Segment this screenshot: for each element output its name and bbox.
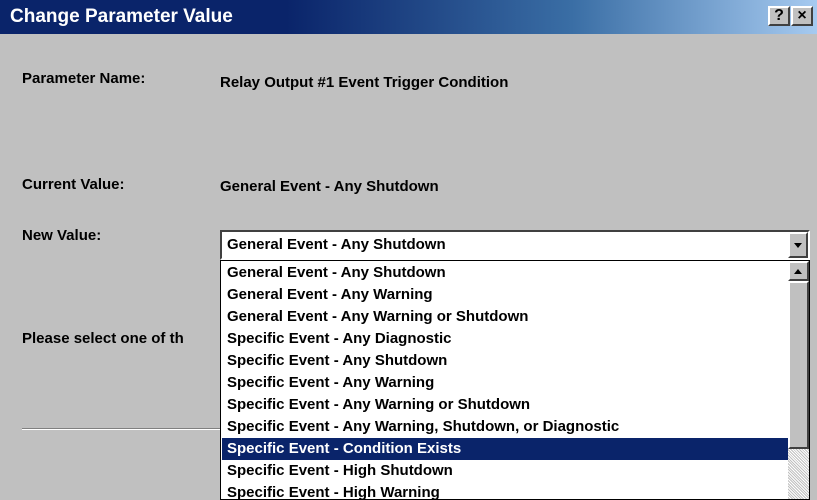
help-button[interactable]: ?	[768, 6, 790, 26]
new-value-selected: General Event - Any Shutdown	[227, 236, 446, 253]
dropdown-option[interactable]: Specific Event - Any Diagnostic	[222, 328, 788, 350]
dropdown-option[interactable]: Specific Event - Any Shutdown	[222, 350, 788, 372]
dropdown-option[interactable]: Specific Event - Any Warning or Shutdown	[222, 394, 788, 416]
dropdown-option[interactable]: Specific Event - High Shutdown	[222, 460, 788, 482]
instruction-text: Please select one of th	[22, 330, 184, 347]
parameter-name-value: Relay Output #1 Event Trigger Condition	[220, 74, 509, 91]
parameter-name-label: Parameter Name:	[22, 70, 146, 87]
dropdown-arrow-button[interactable]	[788, 232, 808, 258]
divider	[22, 428, 222, 430]
close-button[interactable]: ×	[791, 6, 813, 26]
scroll-thumb[interactable]	[788, 281, 809, 449]
chevron-down-icon	[794, 243, 802, 248]
dropdown-option[interactable]: General Event - Any Warning	[222, 284, 788, 306]
scroll-up-button[interactable]	[788, 261, 809, 281]
dropdown-option[interactable]: Specific Event - Condition Exists	[222, 438, 788, 460]
dropdown-option[interactable]: Specific Event - Any Warning	[222, 372, 788, 394]
dropdown-option[interactable]: Specific Event - Any Warning, Shutdown, …	[222, 416, 788, 438]
chevron-up-icon	[794, 269, 802, 274]
title-bar[interactable]: Change Parameter Value ? ×	[0, 0, 817, 34]
new-value-dropdown-list[interactable]: General Event - Any Shutdown General Even…	[220, 260, 810, 500]
dropdown-option[interactable]: General Event - Any Warning or Shutdown	[222, 306, 788, 328]
new-value-select[interactable]: General Event - Any Shutdown	[220, 230, 810, 260]
current-value-label: Current Value:	[22, 176, 125, 193]
new-value-label: New Value:	[22, 227, 102, 244]
dialog-title: Change Parameter Value	[10, 6, 233, 27]
dropdown-option[interactable]: Specific Event - High Warning	[222, 482, 788, 499]
change-parameter-dialog: Change Parameter Value ? × Parameter Nam…	[0, 0, 817, 500]
dropdown-scrollbar[interactable]	[788, 261, 809, 499]
dropdown-option[interactable]: General Event - Any Shutdown	[222, 262, 788, 284]
current-value: General Event - Any Shutdown	[220, 178, 439, 195]
